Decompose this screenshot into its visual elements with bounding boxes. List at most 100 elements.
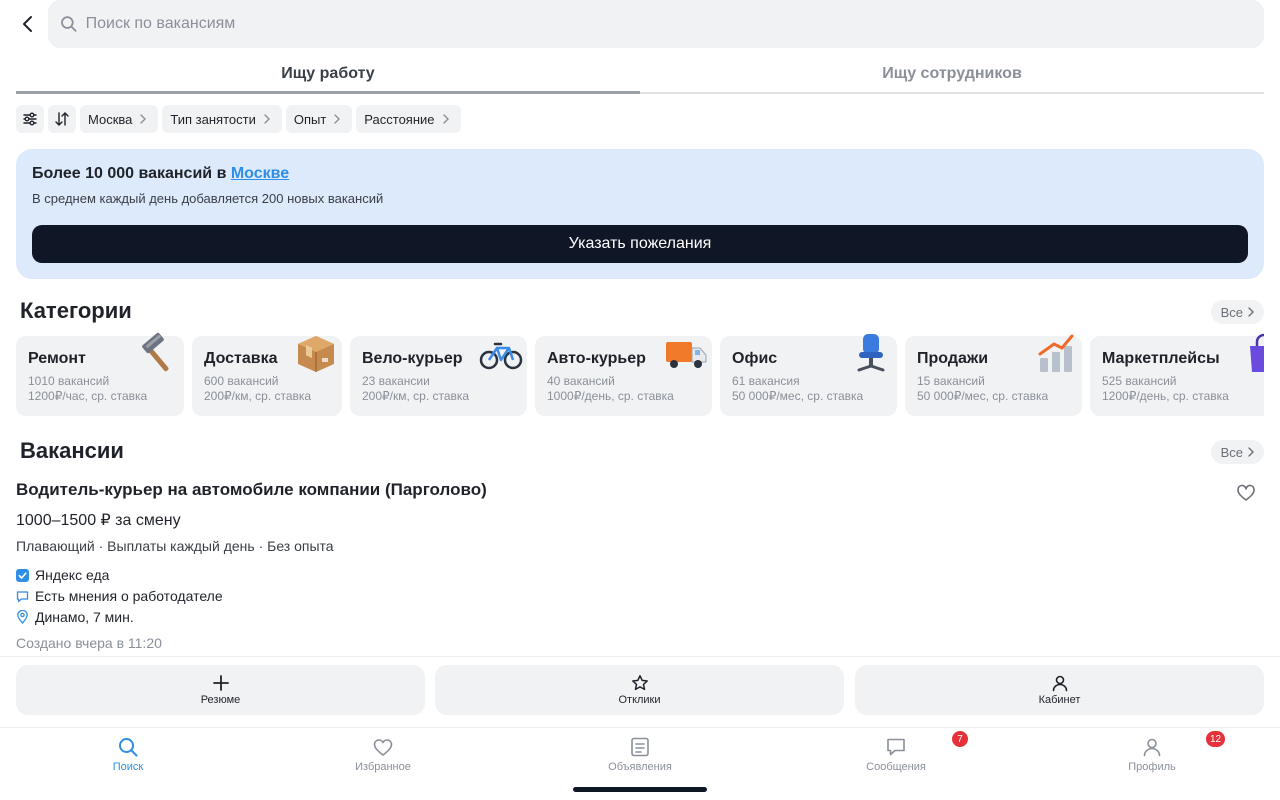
sort-icon	[55, 112, 69, 126]
vacancies-title: Вакансии	[20, 438, 124, 463]
chevron-right-icon	[1248, 307, 1254, 317]
filter-chip-label: Тип занятости	[170, 111, 256, 127]
cabinet-button[interactable]: Кабинет	[855, 665, 1264, 715]
profile-badge: 12	[1206, 731, 1226, 747]
nav-label: Сообщения	[866, 761, 926, 773]
category-card-sales[interactable]: Продажи 15 вакансий 50 000₽/мес, ср. ста…	[905, 334, 1082, 416]
reviews-text: Есть мнения о работодателе	[35, 588, 223, 604]
cabinet-label: Кабинет	[1038, 694, 1081, 706]
filter-chip-label: Расстояние	[364, 111, 435, 127]
filter-chip-experience[interactable]: Опыт	[285, 105, 353, 133]
vacancy-created-date: Создано вчера в 11:20	[16, 635, 162, 651]
search-bar[interactable]	[48, 0, 1264, 48]
category-card-office[interactable]: Офис 61 вакансия 50 000₽/мес, ср. ставка	[720, 334, 897, 416]
heart-icon	[373, 739, 393, 756]
search-icon	[119, 738, 138, 757]
location-text: Динамо, 7 мин.	[35, 609, 134, 625]
responses-button[interactable]: Отклики	[435, 665, 844, 715]
all-label: Все	[1220, 304, 1243, 320]
category-count: 600 вакансий	[204, 374, 279, 388]
nav-favorites[interactable]: Избранное	[323, 736, 443, 773]
nav-label: Профиль	[1128, 761, 1176, 773]
category-card-bike-courier[interactable]: Вело-курьер 23 вакансии 200₽/км, ср. ста…	[350, 336, 527, 416]
resume-button[interactable]: Резюме	[16, 665, 425, 715]
vacancy-conditions: Плавающий · Выплаты каждый день · Без оп…	[16, 538, 334, 554]
chevron-right-icon	[140, 114, 147, 124]
bicycle-icon	[479, 342, 523, 370]
plus-icon	[212, 675, 229, 691]
banner-subtitle: В среднем каждый день добавляется 200 но…	[32, 191, 384, 206]
search-input[interactable]	[85, 15, 1264, 33]
vacancies-all-button[interactable]: Все	[1210, 440, 1264, 464]
filter-chip-distance[interactable]: Расстояние	[356, 105, 461, 133]
filter-chip-employment-type[interactable]: Тип занятости	[162, 105, 282, 133]
sort-button[interactable]	[48, 105, 76, 133]
category-card-delivery[interactable]: Доставка 600 вакансий 200₽/км, ср. ставк…	[192, 336, 342, 416]
vacancy-company: Яндекс еда	[16, 567, 109, 583]
vacancies-count-banner: Более 10 000 вакансий в Москве В среднем…	[16, 149, 1264, 279]
box-icon	[298, 336, 334, 372]
responses-label: Отклики	[618, 694, 661, 706]
shopping-bag-icon	[1250, 333, 1264, 372]
verified-check-icon	[16, 568, 29, 582]
vacancy-location: Динамо, 7 мин.	[16, 609, 134, 625]
truck-icon	[666, 342, 707, 368]
chevron-right-icon	[334, 114, 341, 124]
nav-search[interactable]: Поиск	[68, 736, 188, 773]
person-icon	[1143, 738, 1161, 757]
search-icon	[61, 16, 77, 32]
category-count: 15 вакансий	[917, 374, 985, 388]
mode-tabs: Ищу работу Ищу сотрудников	[16, 56, 1264, 94]
category-card-car-courier[interactable]: Авто-курьер 40 вакансий 1000₽/день, ср. …	[535, 336, 712, 416]
set-preferences-button[interactable]: Указать пожелания	[32, 225, 1248, 263]
vacancy-salary: 1000–1500 ₽ за смену	[16, 512, 181, 529]
category-card-repair[interactable]: Ремонт 1010 вакансий 1200₽/час, ср. став…	[16, 332, 184, 416]
document-icon	[631, 737, 649, 757]
filter-chip-city[interactable]: Москва	[80, 105, 159, 133]
categories-carousel[interactable]: Ремонт 1010 вакансий 1200₽/час, ср. став…	[16, 332, 1264, 417]
filter-chip-label: Опыт	[293, 111, 327, 127]
vacancy-reviews[interactable]: Есть мнения о работодателе	[16, 588, 223, 604]
office-chair-icon	[857, 334, 885, 372]
nav-profile[interactable]: Профиль	[1092, 736, 1212, 773]
back-button[interactable]	[16, 12, 40, 36]
category-rate: 50 000₽/мес, ср. ставка	[732, 389, 864, 403]
filter-settings-button[interactable]	[16, 105, 44, 133]
banner-title: Более 10 000 вакансий в Москве	[32, 165, 1248, 183]
category-rate: 1000₽/день, ср. ставка	[547, 389, 674, 403]
vacancy-title[interactable]: Водитель-курьер на автомобиле компании (…	[16, 480, 487, 500]
category-count: 1010 вакансий	[28, 374, 110, 388]
messages-badge: 7	[952, 731, 968, 747]
category-rate: 200₽/км, ср. ставка	[362, 389, 470, 403]
location-pin-icon	[17, 610, 28, 624]
sliders-icon	[23, 112, 37, 126]
category-rate: 1200₽/час, ср. ставка	[28, 389, 148, 403]
tab-looking-for-job[interactable]: Ищу работу	[16, 56, 640, 94]
action-bar: Резюме Отклики Кабинет	[0, 656, 1280, 728]
chevron-left-icon	[23, 16, 32, 32]
chat-icon	[887, 738, 905, 756]
nav-messages[interactable]: Сообщения	[836, 736, 956, 773]
all-label: Все	[1220, 444, 1243, 460]
heart-icon[interactable]	[1236, 483, 1256, 503]
category-card-marketplaces[interactable]: Маркетплейсы 525 вакансий 1200₽/день, ср…	[1090, 333, 1264, 416]
category-count: 525 вакансий	[1102, 374, 1177, 388]
banner-city-link[interactable]: Москве	[231, 165, 289, 182]
filter-bar: Москва Тип занятости Опыт Расстояние	[16, 105, 461, 133]
nav-listings[interactable]: Объявления	[580, 736, 700, 773]
categories-all-button[interactable]: Все	[1210, 300, 1264, 324]
category-rate: 200₽/км, ср. ставка	[204, 389, 312, 403]
chevron-right-icon	[442, 114, 449, 124]
hammer-icon	[142, 332, 169, 372]
tab-looking-for-employees[interactable]: Ищу сотрудников	[640, 56, 1264, 92]
nav-label: Объявления	[608, 761, 672, 773]
chat-bubble-icon	[16, 590, 29, 602]
banner-title-text: Более 10 000 вакансий в	[32, 165, 231, 182]
categories-title: Категории	[20, 298, 132, 323]
chart-up-icon	[1038, 334, 1074, 372]
top-bar	[0, 0, 1280, 48]
chevron-right-icon	[1248, 447, 1254, 457]
category-count: 61 вакансия	[732, 374, 800, 388]
category-count: 23 вакансии	[362, 374, 430, 388]
person-icon	[1052, 675, 1067, 692]
